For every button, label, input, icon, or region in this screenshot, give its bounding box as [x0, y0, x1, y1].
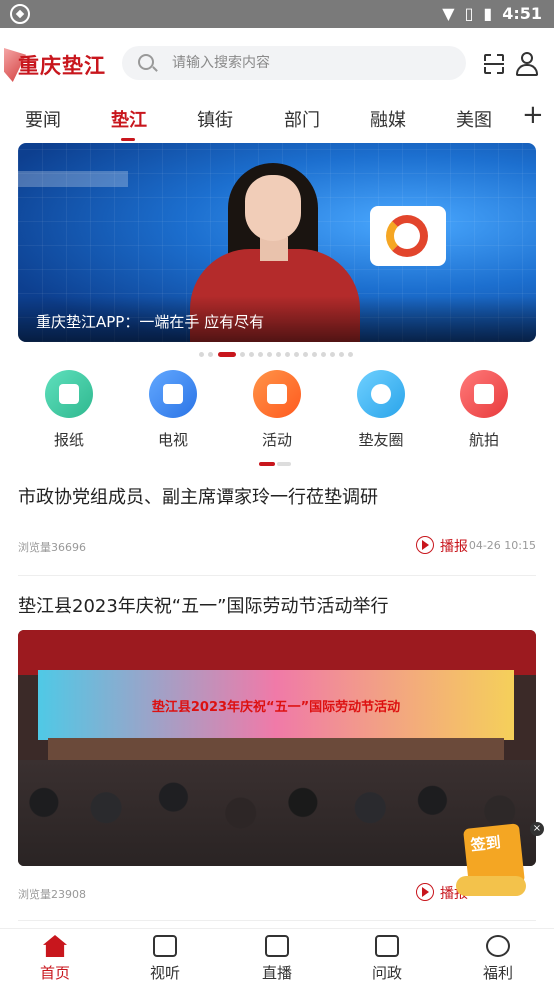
tab-rongmei[interactable]: 融媒 [370, 106, 406, 132]
app-logo: 重庆垫江 [4, 46, 108, 86]
carousel-dot[interactable] [208, 352, 213, 357]
checkin-float-button[interactable]: 签到 × [456, 822, 544, 902]
carousel-dot[interactable] [348, 352, 353, 357]
news-title[interactable]: 市政协党组成员、副主席谭家玲一行莅垫调研 [18, 485, 536, 511]
quick-entry-label: 活动 [261, 431, 292, 449]
no-sim-icon: ▯ [464, 4, 474, 23]
document-icon [375, 935, 399, 957]
news-meta: 浏览量36696 播报 04-26 10:15 [18, 536, 536, 556]
scan-icon[interactable] [484, 54, 504, 74]
tab-meitu[interactable]: 美图 [456, 106, 492, 132]
quick-entry-tv[interactable]: 电视 [133, 370, 213, 450]
quick-entry-label: 报纸 [53, 431, 84, 449]
view-count: 浏览量36696 [18, 541, 86, 554]
logo-text: 重庆垫江 [18, 53, 106, 78]
broadcast-button[interactable]: 播报 [440, 536, 468, 556]
carousel-dot[interactable] [321, 352, 326, 357]
tab-bumen[interactable]: 部门 [284, 106, 320, 132]
drone-icon [460, 370, 508, 418]
carousel-dot[interactable] [330, 352, 335, 357]
nav-label: 问政 [371, 964, 402, 982]
nav-media[interactable]: 视听 [125, 935, 205, 983]
carousel-dot[interactable] [199, 352, 204, 357]
carousel-dot[interactable] [303, 352, 308, 357]
carousel-dot-active[interactable] [218, 352, 236, 357]
quick-entry-moments[interactable]: 垫友圈 [341, 370, 421, 450]
photo-banner-text: 垫江县2023年庆祝“五一”国际劳动节活动 [151, 700, 401, 715]
tab-yaowen[interactable]: 要闻 [25, 106, 61, 132]
carousel-dot[interactable] [267, 352, 272, 357]
search-input[interactable] [172, 46, 452, 80]
coins-icon [456, 876, 526, 896]
checkin-label: 签到 [469, 833, 502, 855]
banner-counter-strip [18, 171, 128, 187]
video-camera-icon [265, 935, 289, 957]
bottom-nav: 首页 视听 直播 问政 福利 [0, 928, 554, 986]
search-icon [138, 54, 154, 70]
app-notification-icon [10, 4, 30, 24]
user-profile-icon[interactable] [516, 52, 538, 76]
news-item[interactable]: 市政协党组成员、副主席谭家玲一行莅垫调研 [18, 485, 536, 511]
video-play-icon [153, 935, 177, 957]
quick-entry-activity[interactable]: 活动 [237, 370, 317, 450]
news-item[interactable]: 垫江县2023年庆祝“五一”国际劳动节活动举行 [18, 594, 536, 620]
nav-home[interactable]: 首页 [15, 935, 95, 983]
status-time: 4:51 [502, 4, 542, 23]
nav-label: 福利 [482, 964, 513, 982]
newspaper-icon [45, 370, 93, 418]
battery-icon: ▮ [483, 4, 493, 23]
play-broadcast-icon[interactable] [416, 536, 434, 554]
search-bar[interactable] [122, 46, 466, 80]
status-bar: ▼ ▯ ▮ 4:51 [0, 0, 554, 28]
top-header: 重庆垫江 [0, 28, 554, 98]
wifi-icon: ▼ [442, 4, 455, 23]
carousel-dot[interactable] [312, 352, 317, 357]
carousel-dot[interactable] [276, 352, 281, 357]
quick-entry-pagination [259, 462, 293, 466]
carousel-dot[interactable] [339, 352, 344, 357]
news-title[interactable]: 垫江县2023年庆祝“五一”国际劳动节活动举行 [18, 594, 536, 620]
tab-zhenjie[interactable]: 镇街 [197, 106, 233, 132]
nav-inquiry[interactable]: 问政 [347, 935, 427, 983]
publish-time: 04-26 10:15 [468, 539, 536, 552]
carousel-dot[interactable] [285, 352, 290, 357]
quick-entry-newspaper[interactable]: 报纸 [29, 370, 109, 450]
play-broadcast-icon[interactable] [416, 883, 434, 901]
carousel-pagination [0, 352, 554, 358]
carousel-dot[interactable] [258, 352, 263, 357]
channel-tabs: 要闻 垫江 镇街 部门 融媒 美图 + [0, 98, 554, 144]
nav-label: 直播 [261, 964, 292, 982]
nav-welfare[interactable]: 福利 [458, 935, 538, 983]
divider [18, 575, 536, 576]
carousel-dot[interactable] [294, 352, 299, 357]
carousel-dot[interactable] [249, 352, 254, 357]
banner-caption: 重庆垫江APP：一端在手 应有尽有 [36, 313, 265, 331]
close-icon[interactable]: × [530, 822, 544, 836]
quick-entry-grid: 报纸 电视 活动 垫友圈 航拍 [0, 370, 554, 460]
quick-entry-label: 电视 [157, 431, 188, 449]
tv-icon [149, 370, 197, 418]
home-icon [43, 935, 67, 957]
quick-entry-aerial[interactable]: 航拍 [444, 370, 524, 450]
app-d-logo-icon [370, 206, 446, 266]
activity-icon [253, 370, 301, 418]
quick-entry-label: 航拍 [468, 431, 499, 449]
quick-entry-label: 垫友圈 [358, 431, 404, 449]
active-tab-indicator [121, 138, 135, 141]
banner-carousel[interactable]: 重庆垫江APP：一端在手 应有尽有 [18, 143, 536, 342]
heart-icon [486, 935, 510, 957]
nav-label: 首页 [39, 964, 70, 982]
carousel-dot[interactable] [240, 352, 245, 357]
view-count: 浏览量23908 [18, 888, 86, 901]
add-channel-icon[interactable]: + [522, 102, 544, 128]
nav-label: 视听 [149, 964, 180, 982]
status-right: ▼ ▯ ▮ 4:51 [442, 4, 542, 23]
nav-live[interactable]: 直播 [237, 935, 317, 983]
tab-dianjiang[interactable]: 垫江 [111, 106, 147, 132]
divider [18, 920, 536, 921]
camera-aperture-icon [357, 370, 405, 418]
